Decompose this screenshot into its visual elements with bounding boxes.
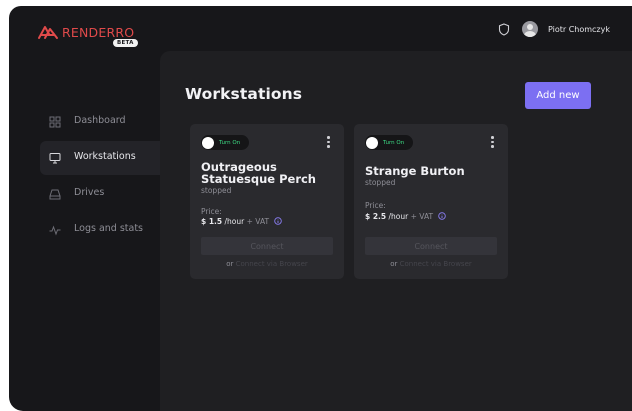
toggle-label: Turn On [383,139,405,146]
price-label: Price: [201,207,222,216]
page-title: Workstations [185,85,303,103]
workstation-name: Strange Burton [365,164,465,178]
activity-icon [49,225,61,236]
workstation-card: Turn On Strange Burton stopped Price: $ … [354,124,508,279]
toggle-knob [366,136,378,149]
avatar[interactable] [521,21,538,37]
price-label: Price: [365,201,386,210]
sidebar-item-label: Drives [74,187,105,198]
toggle-knob [202,136,214,149]
shield-icon[interactable] [498,22,510,36]
main-panel: Workstations Add new Turn On Outrageous … [160,51,632,411]
info-icon[interactable] [438,212,447,220]
price-value: $ 1.5 [201,217,223,226]
sidebar-item-label: Logs and stats [74,223,144,234]
toggle-label: Turn On [219,139,241,146]
drive-icon [49,189,61,200]
workstation-status: stopped [201,186,232,195]
grid-icon [49,116,61,128]
connect-via-browser-link[interactable]: Connect via Browser [400,260,472,268]
connect-button[interactable]: Connect [365,237,497,255]
renderro-logo-icon [38,26,58,39]
sidebar-nav: Dashboard Workstations Drives Logs and s… [9,105,160,249]
price-line: $ 1.5 /hour + VAT [201,217,283,226]
sidebar-item-workstations[interactable]: Workstations [40,141,160,175]
user-area: Piotr Chomczyk [498,21,610,37]
sidebar-item-logs-and-stats[interactable]: Logs and stats [9,213,160,247]
or-text: or [226,260,234,268]
sidebar-item-label: Workstations [74,151,136,162]
more-options-icon[interactable] [327,136,330,150]
user-name[interactable]: Piotr Chomczyk [548,25,610,34]
workstation-name: Outrageous Statuesque Perch [201,160,316,186]
workstation-status: stopped [365,178,396,187]
connect-via-browser-link[interactable]: Connect via Browser [236,260,308,268]
connect-alternative: or Connect via Browser [190,260,344,268]
workstation-card: Turn On Outrageous Statuesque Perch stop… [190,124,344,279]
price-vat: + VAT [246,217,270,226]
price-vat: + VAT [410,212,434,221]
beta-badge: BETA [113,39,138,47]
monitor-icon [49,153,61,164]
logo[interactable]: RENDERRO [37,24,134,40]
or-text: or [390,260,398,268]
more-options-icon[interactable] [491,136,494,150]
brand-name: RENDERRO [62,24,135,40]
price-line: $ 2.5 /hour + VAT [365,212,447,221]
sidebar-item-drives[interactable]: Drives [9,177,160,211]
sidebar-item-label: Dashboard [74,115,126,126]
price-value: $ 2.5 [365,212,387,221]
connect-alternative: or Connect via Browser [354,260,508,268]
info-icon[interactable] [274,217,283,225]
price-unit: /hour [224,217,245,226]
power-toggle[interactable]: Turn On [201,135,249,150]
sidebar-item-dashboard[interactable]: Dashboard [9,105,160,139]
add-new-button[interactable]: Add new [525,82,591,109]
connect-button[interactable]: Connect [201,237,333,255]
app-window: RENDERRO BETA Piotr Chomczyk Dashboard W… [9,6,632,411]
power-toggle[interactable]: Turn On [365,135,413,150]
price-unit: /hour [388,212,409,221]
